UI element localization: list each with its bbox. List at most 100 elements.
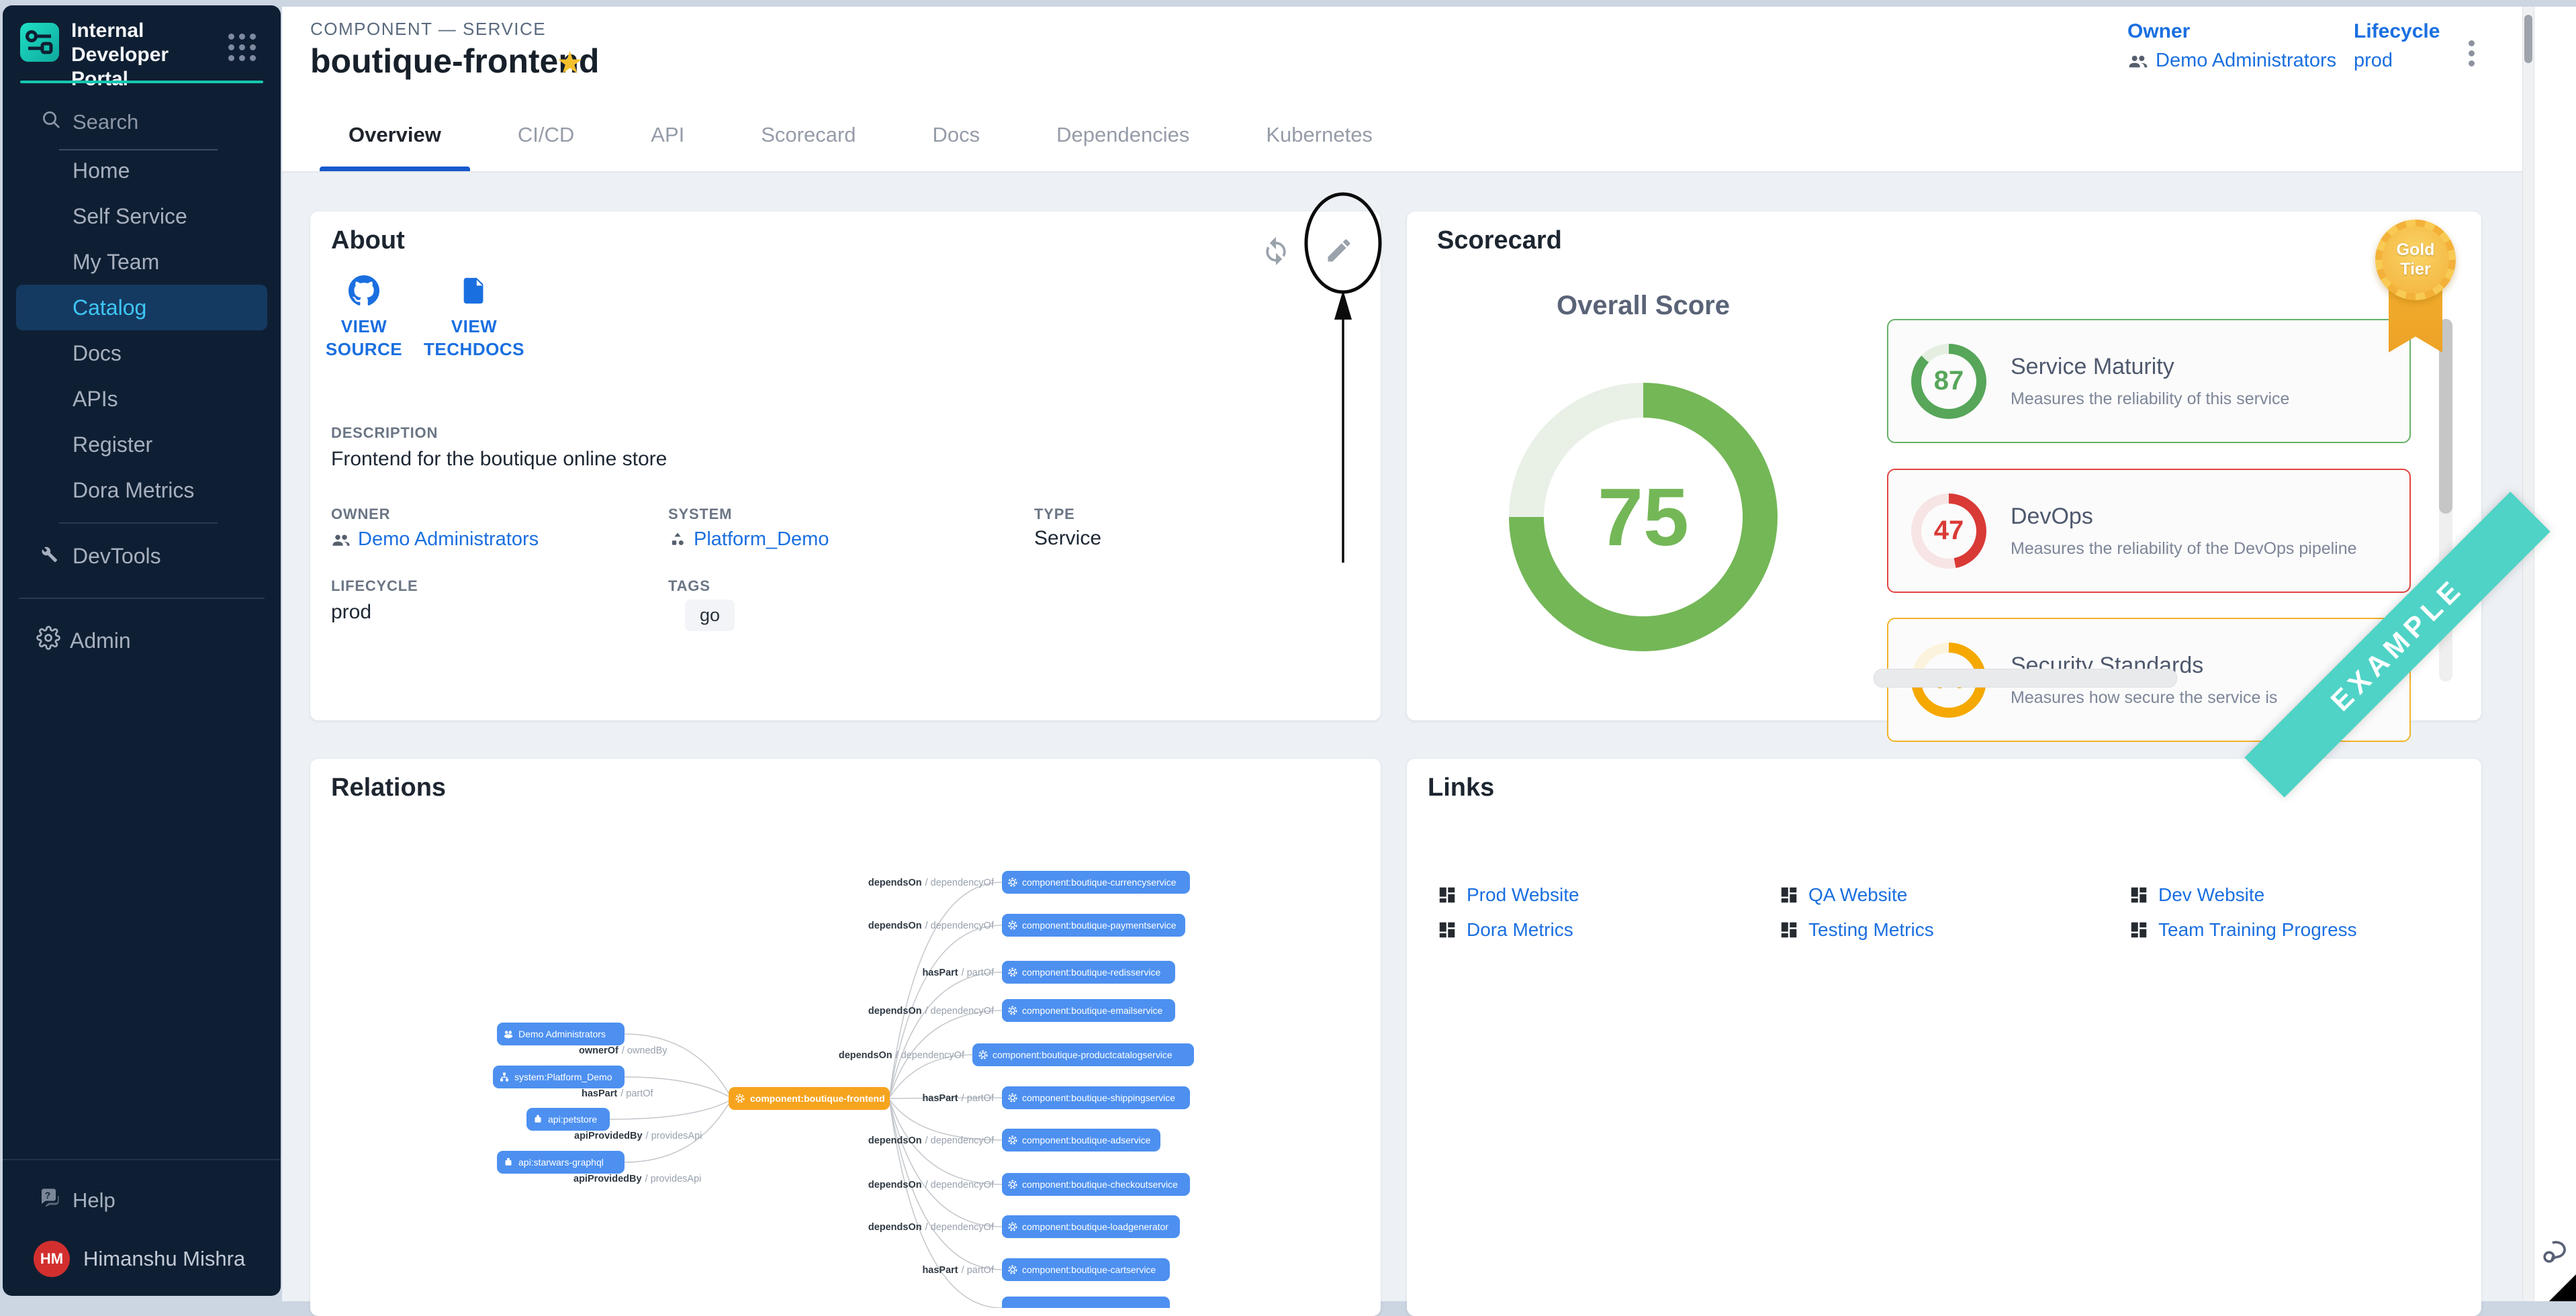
sidebar-item-devtools[interactable]: DevTools <box>3 533 281 579</box>
score-item-service-maturity[interactable]: 87 Service Maturity Measures the reliabi… <box>1887 319 2411 443</box>
sidebar-item-home[interactable]: Home <box>3 148 281 193</box>
dashboard-icon <box>1779 920 1799 940</box>
view-source-button[interactable]: VIEW SOURCE <box>310 275 418 361</box>
edge-label: apiProvidedBy/ providesApi <box>573 1174 701 1184</box>
sidebar-item-dora-metrics[interactable]: Dora Metrics <box>3 467 281 513</box>
graph-node-api-starwars-graphql[interactable]: api:starwars-graphql <box>497 1151 625 1174</box>
edit-pencil-icon[interactable] <box>1324 236 1354 265</box>
score-list-horizontal-scrollbar[interactable] <box>1874 669 2177 688</box>
relations-graph[interactable]: ownerOf/ ownedBy hasPart/ partOf apiProv… <box>310 838 1381 1308</box>
score-item-description: Measures the reliability of the DevOps p… <box>2011 539 2357 559</box>
tab-dependencies[interactable]: Dependencies <box>1018 99 1228 171</box>
link-qa-website[interactable]: QA Website <box>1779 883 2129 907</box>
graph-node-paymentservice[interactable]: component:boutique-paymentservice <box>1002 914 1185 937</box>
svg-text:api:petstore: api:petstore <box>548 1114 597 1125</box>
sidebar: Internal Developer Portal Search Home Se… <box>3 5 281 1296</box>
sidebar-item-docs[interactable]: Docs <box>3 330 281 376</box>
graph-node-partial[interactable] <box>1002 1297 1170 1308</box>
sidebar-item-admin[interactable]: Admin <box>3 618 281 663</box>
sidebar-item-apis[interactable]: APIs <box>3 376 281 422</box>
sidebar-item-help[interactable]: ? Help <box>3 1179 281 1222</box>
right-edge-panel <box>2534 7 2576 1301</box>
graph-node-currencyservice[interactable]: component:boutique-currencyservice <box>1002 871 1190 894</box>
system-icon <box>668 530 687 549</box>
svg-text:component:boutique-cartservice: component:boutique-cartservice <box>1022 1264 1156 1275</box>
link-team-training-progress[interactable]: Team Training Progress <box>2129 918 2441 942</box>
type-field-value: Service <box>1034 527 1101 550</box>
links-grid: Prod Website QA Website Dev Website Dora… <box>1437 883 2441 942</box>
graph-node-redisservice[interactable]: component:boutique-redisservice <box>1002 961 1175 984</box>
system-field-value[interactable]: Platform_Demo <box>668 528 829 551</box>
view-techdocs-button[interactable]: VIEW TECHDOCS <box>420 275 528 361</box>
badge-text-line1: Gold <box>2397 240 2435 260</box>
tag-chip-go[interactable]: go <box>685 600 735 631</box>
svg-text:system:Platform_Demo: system:Platform_Demo <box>514 1072 612 1082</box>
tab-cicd[interactable]: CI/CD <box>479 99 612 171</box>
svg-text:component:boutique-shippingser: component:boutique-shippingservice <box>1022 1092 1175 1103</box>
graph-node-shippingservice[interactable]: component:boutique-shippingservice <box>1002 1086 1190 1109</box>
gear-icon <box>36 626 60 655</box>
sidebar-item-my-team[interactable]: My Team <box>3 239 281 285</box>
overall-score-gauge: 75 <box>1509 383 1778 651</box>
apps-grid-icon[interactable] <box>228 34 258 63</box>
page-scrollbar-thumb[interactable] <box>2524 15 2532 63</box>
chat-feedback-icon[interactable] <box>2540 1235 2572 1268</box>
score-ring: 87 <box>1911 344 1986 419</box>
overall-score-value: 75 <box>1509 383 1778 651</box>
wrench-icon <box>36 542 59 570</box>
system-field-label: SYSTEM <box>668 506 732 523</box>
graph-node-emailservice[interactable]: component:boutique-emailservice <box>1002 999 1175 1022</box>
scorecard-title: Scorecard <box>1437 226 1562 255</box>
sidebar-item-catalog[interactable]: Catalog <box>16 285 267 330</box>
relations-title: Relations <box>331 773 446 802</box>
tab-overview[interactable]: Overview <box>310 99 479 171</box>
lifecycle-value: prod <box>2354 50 2393 72</box>
link-testing-metrics[interactable]: Testing Metrics <box>1779 918 2129 942</box>
dashboard-icon <box>1437 885 1457 905</box>
scorecard-card: Scorecard Gold Tier Overall Score 75 87 … <box>1407 211 2481 720</box>
graph-node-productcatalogservice[interactable]: component:boutique-productcatalogservice <box>972 1043 1194 1066</box>
favorite-star-icon[interactable]: ★ <box>556 44 584 81</box>
page-scrollbar[interactable] <box>2522 7 2534 1301</box>
edge-label: apiProvidedBy/ providesApi <box>574 1131 702 1141</box>
graph-node-cartservice[interactable]: component:boutique-cartservice <box>1002 1258 1170 1281</box>
tab-api[interactable]: API <box>612 99 723 171</box>
edge-label: ownerOf/ ownedBy <box>579 1045 668 1056</box>
tab-docs[interactable]: Docs <box>894 99 1019 171</box>
graph-node-checkoutservice[interactable]: component:boutique-checkoutservice <box>1002 1173 1190 1196</box>
graph-node-demo-administrators[interactable]: Demo Administrators <box>497 1023 625 1045</box>
edge-label: dependsOn/ dependencyOf <box>839 1050 965 1061</box>
graph-node-api-petstore[interactable]: api:petstore <box>526 1108 610 1131</box>
more-options-icon[interactable] <box>2458 36 2485 74</box>
svg-text:api:starwars-graphql: api:starwars-graphql <box>518 1157 604 1168</box>
sidebar-item-self-service[interactable]: Self Service <box>3 193 281 239</box>
owner-field-label: OWNER <box>331 506 390 523</box>
edge-label: hasPart/ partOf <box>922 968 995 978</box>
sidebar-search[interactable]: Search <box>3 103 281 146</box>
user-avatar: HM <box>34 1241 70 1277</box>
svg-text:Demo Administrators: Demo Administrators <box>518 1029 606 1039</box>
tab-scorecard[interactable]: Scorecard <box>723 99 894 171</box>
tab-kubernetes[interactable]: Kubernetes <box>1228 99 1411 171</box>
edge-label: hasPart/ partOf <box>922 1093 995 1104</box>
search-icon <box>40 109 62 130</box>
graph-node-boutique-frontend[interactable]: component:boutique-frontend <box>729 1087 890 1110</box>
score-item-devops[interactable]: 47 DevOps Measures the reliability of th… <box>1887 469 2411 593</box>
graph-node-system-platform-demo[interactable]: system:Platform_Demo <box>493 1066 625 1088</box>
graph-node-adservice[interactable]: component:boutique-adservice <box>1002 1129 1160 1152</box>
owner-link[interactable]: Demo Administrators <box>2127 50 2336 72</box>
people-icon <box>331 530 351 550</box>
sidebar-user[interactable]: HM Himanshu Mishra <box>3 1222 281 1296</box>
relations-card: Relations <box>310 759 1381 1316</box>
refresh-icon[interactable] <box>1261 236 1291 265</box>
link-dev-website[interactable]: Dev Website <box>2129 883 2441 907</box>
score-item-name: DevOps <box>2011 504 2357 530</box>
svg-text:component:boutique-currencyser: component:boutique-currencyservice <box>1022 877 1177 888</box>
dashboard-icon <box>2129 885 2149 905</box>
sidebar-item-register[interactable]: Register <box>3 422 281 467</box>
link-prod-website[interactable]: Prod Website <box>1437 883 1779 907</box>
document-icon <box>459 275 490 306</box>
owner-field-value[interactable]: Demo Administrators <box>331 528 539 551</box>
link-dora-metrics[interactable]: Dora Metrics <box>1437 918 1779 942</box>
graph-node-loadgenerator[interactable]: component:boutique-loadgenerator <box>1002 1215 1180 1238</box>
